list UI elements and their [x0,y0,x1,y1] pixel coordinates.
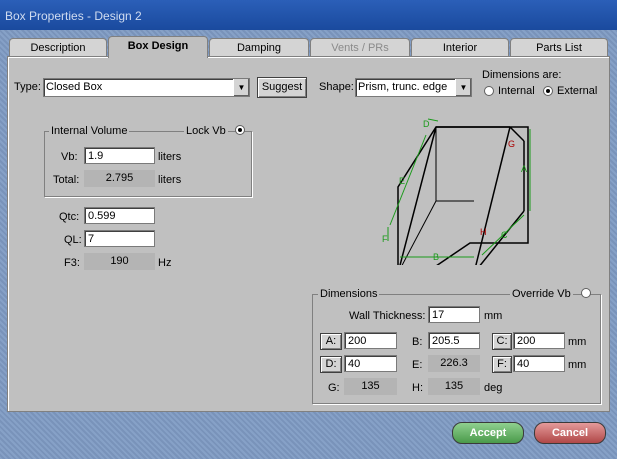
title-bar[interactable]: Box Properties - Design 2 [0,0,617,30]
dimension-g-label: G: [328,382,340,394]
suggest-button[interactable]: Suggest [257,77,307,98]
external-radio[interactable] [543,86,553,96]
wall-thickness-unit: mm [484,310,503,322]
dimension-h-unit: deg [484,382,503,394]
internal-label: Internal [498,85,535,97]
shape-label: Shape: [319,81,354,93]
internal-radio[interactable] [484,86,494,96]
internal-volume-group [44,131,252,197]
qtc-label: Qtc: [59,211,80,223]
dimension-d-input[interactable]: 40 [344,355,397,372]
dimension-e-value: 226.3 [428,355,480,372]
tab-description[interactable]: Description [9,38,107,57]
chevron-down-icon[interactable]: ▼ [233,79,249,96]
type-value: Closed Box [46,81,103,93]
diagram-label-e: E [399,176,406,186]
type-select[interactable]: Closed Box ▼ [43,78,250,97]
f3-unit: Hz [158,257,172,269]
dimension-d-button[interactable]: D: [320,356,342,373]
type-label: Type: [14,81,41,93]
ql-label: QL: [64,234,82,246]
wall-thickness-label: Wall Thickness: [349,310,426,322]
dimension-b-input[interactable]: 205.5 [428,332,480,349]
dimension-f-button[interactable]: F: [492,356,512,373]
dimension-a-button[interactable]: A: [320,333,342,350]
dimension-c-unit: mm [568,336,587,348]
dimension-g-value: 135 [344,378,397,395]
dimension-h-value: 135 [428,378,480,395]
dimension-a-input[interactable]: 200 [344,332,397,349]
dimension-f-input[interactable]: 40 [513,355,565,372]
diagram-label-c: C [501,230,508,240]
qtc-input[interactable]: 0.599 [84,207,155,224]
total-value: 2.795 [84,170,155,187]
vb-input[interactable]: 1.9 [84,147,155,164]
f3-label: F3: [64,257,80,269]
lock-vb-label: Lock Vb [184,125,228,137]
vb-unit: liters [158,151,182,163]
cancel-button[interactable]: Cancel [534,422,606,444]
dimension-b-label: B: [412,336,423,348]
total-label: Total: [53,174,80,186]
wall-thickness-input[interactable]: 17 [428,306,480,323]
diagram-label-h: H [480,227,487,237]
total-unit: liters [158,174,182,186]
chevron-down-icon[interactable]: ▼ [455,79,471,96]
box-properties-window: Box Properties - Design 2 Description Bo… [0,0,617,459]
tab-vents-prs: Vents / PRs [310,38,410,57]
box-design-panel: Type: Closed Box ▼ Suggest Shape: Prism,… [7,56,610,412]
dimension-e-line [389,134,427,226]
dimension-lines [387,118,531,258]
dimension-c-button[interactable]: C: [492,333,512,350]
ql-input[interactable]: 7 [84,230,155,247]
external-label: External [557,85,598,97]
shape-value: Prism, trunc. edge [358,81,448,93]
tab-damping[interactable]: Damping [209,38,309,57]
f3-value: 190 [84,253,155,270]
lock-vb-radio[interactable] [235,125,245,135]
tab-parts-list[interactable]: Parts List [510,38,608,57]
diagram-label-a: A [521,164,528,174]
diagram-label-f: F [382,234,388,244]
shape-select[interactable]: Prism, trunc. edge ▼ [355,78,472,97]
vb-label: Vb: [61,151,78,163]
dimensions-are-label: Dimensions are: [482,69,562,81]
override-vb-radio[interactable] [581,288,591,298]
dimensions-legend: Dimensions [318,288,380,300]
dimension-f-unit: mm [568,359,587,371]
diagram-label-d: D [423,119,430,129]
override-vb-label: Override Vb [510,288,573,300]
dimension-c-input[interactable]: 200 [513,332,565,349]
tab-box-design[interactable]: Box Design [108,36,208,58]
internal-volume-legend: Internal Volume [49,125,130,137]
tab-interior[interactable]: Interior [411,38,509,57]
accept-button[interactable]: Accept [452,422,524,444]
dimension-h-label: H: [412,382,423,394]
diagram-label-g: G [508,139,516,149]
dimension-e-label: E: [412,359,423,371]
diagram-label-b: B [433,252,440,262]
window-title: Box Properties - Design 2 [5,9,142,23]
